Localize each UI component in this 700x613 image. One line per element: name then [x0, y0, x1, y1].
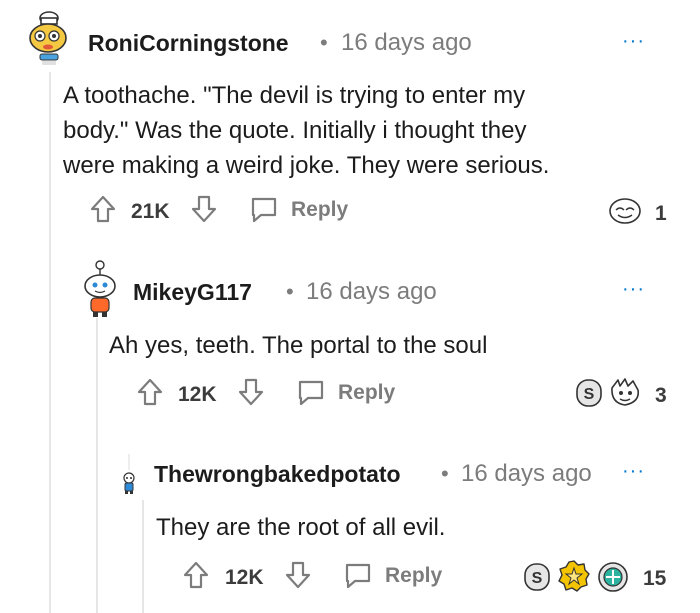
reply-button[interactable]: Reply: [296, 379, 395, 407]
avatar-icon[interactable]: [26, 10, 72, 66]
comment-body-line: Ah yes, teeth. The portal to the soul: [109, 332, 488, 359]
award-icon[interactable]: [608, 196, 642, 226]
upvote-button[interactable]: [137, 377, 163, 407]
comment-body-line: They are the root of all evil.: [156, 514, 446, 541]
comment-body: Ah yes, teeth. The portal to the soul: [109, 328, 487, 363]
downvote-button[interactable]: [285, 560, 311, 590]
silver-award-icon[interactable]: S: [523, 562, 551, 592]
thread-line-level1[interactable]: [49, 72, 51, 613]
teal-award-icon[interactable]: [597, 561, 629, 593]
reply-bubble-icon: [249, 196, 279, 224]
meta-separator: •: [441, 461, 449, 486]
award-count: 1: [655, 202, 667, 225]
avatar-icon[interactable]: [120, 452, 138, 498]
gold-award-icon[interactable]: [557, 559, 591, 593]
downvote-icon: [191, 194, 217, 224]
upvote-icon: [137, 377, 163, 407]
reply-label: Reply: [385, 564, 443, 587]
comment-body: A toothache. "The devil is trying to ent…: [63, 78, 549, 183]
timestamp[interactable]: 16 days ago: [306, 278, 437, 306]
reply-button[interactable]: Reply: [249, 196, 348, 224]
more-options-button[interactable]: ···: [622, 278, 645, 301]
svg-text:S: S: [532, 570, 543, 587]
silver-award-icon[interactable]: S: [575, 378, 603, 408]
vote-count: 21K: [131, 200, 170, 223]
vote-count: 12K: [225, 566, 264, 589]
meta-separator: •: [320, 30, 328, 55]
helpful-award-icon[interactable]: [608, 376, 642, 408]
username[interactable]: MikeyG117: [133, 279, 252, 306]
downvote-icon: [238, 377, 264, 407]
comment-body: They are the root of all evil.: [156, 510, 445, 545]
username[interactable]: RoniCorningstone: [88, 30, 289, 57]
timestamp[interactable]: 16 days ago: [461, 460, 592, 488]
downvote-button[interactable]: [238, 377, 264, 407]
award-count: 3: [655, 384, 667, 407]
username[interactable]: Thewrongbakedpotato: [154, 461, 401, 488]
upvote-button[interactable]: [183, 560, 209, 590]
award-count: 15: [643, 567, 667, 590]
meta-separator: •: [286, 279, 294, 304]
comment-body-line: A toothache. "The devil is trying to ent…: [63, 82, 526, 109]
upvote-button[interactable]: [90, 194, 116, 224]
reply-bubble-icon: [343, 562, 373, 590]
comment-body-line: were making a weird joke. They were seri…: [63, 152, 550, 179]
more-options-button[interactable]: ···: [622, 460, 645, 483]
thread-line-level2[interactable]: [96, 318, 98, 613]
reply-button[interactable]: Reply: [343, 562, 442, 590]
svg-text:S: S: [584, 386, 595, 403]
downvote-button[interactable]: [191, 194, 217, 224]
reply-label: Reply: [291, 198, 349, 221]
thread-line-level3[interactable]: [142, 500, 144, 613]
reply-label: Reply: [338, 381, 396, 404]
upvote-icon: [90, 194, 116, 224]
vote-count: 12K: [178, 383, 217, 406]
avatar-icon[interactable]: [80, 258, 120, 320]
more-options-button[interactable]: ···: [622, 30, 645, 53]
timestamp[interactable]: 16 days ago: [341, 29, 472, 57]
comment-body-line: body." Was the quote. Initially i though…: [63, 117, 527, 144]
reply-bubble-icon: [296, 379, 326, 407]
downvote-icon: [285, 560, 311, 590]
upvote-icon: [183, 560, 209, 590]
